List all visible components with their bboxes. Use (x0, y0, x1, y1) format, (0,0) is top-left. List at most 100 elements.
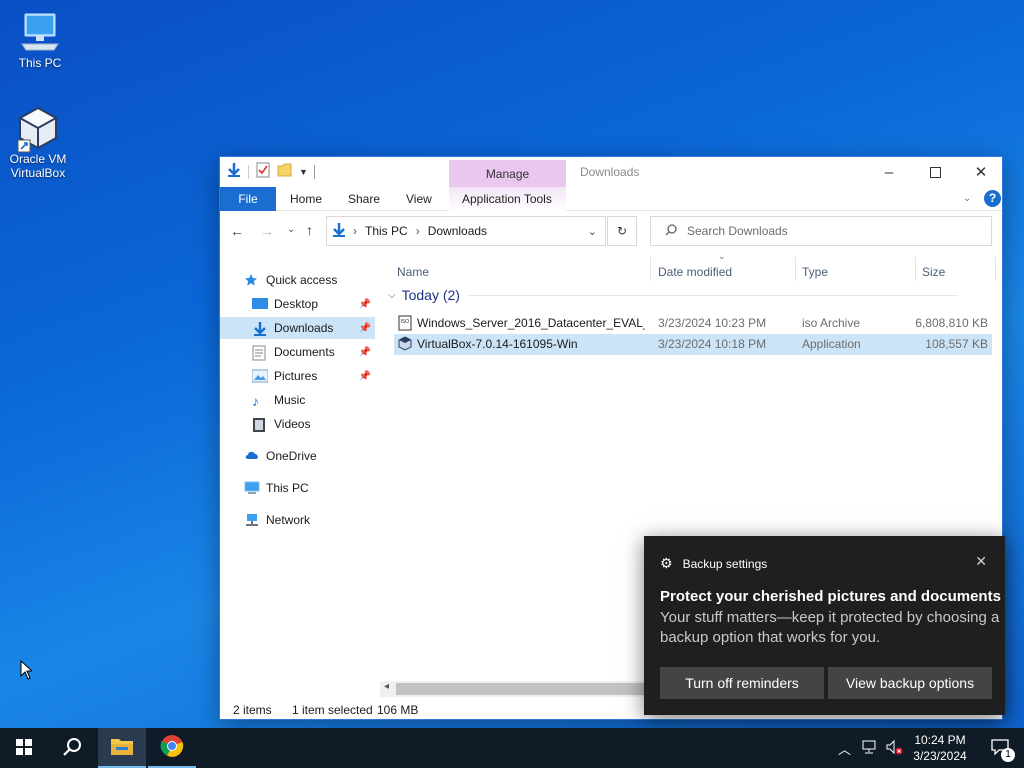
gear-icon: ⚙ (660, 555, 673, 571)
view-backup-options-button[interactable]: View backup options (828, 667, 992, 699)
sidebar-item-desktop[interactable]: Desktop 📌 (220, 293, 375, 315)
quick-access-toolbar: ▼ (226, 162, 315, 181)
tab-application-tools[interactable]: Application Tools (462, 187, 552, 211)
desktop-icon-this-pc[interactable]: This PC (2, 10, 78, 70)
documents-icon (252, 345, 268, 361)
breadcrumb-this-pc[interactable]: This PC (365, 224, 408, 238)
desktop-icon-label: Oracle VM VirtualBox (9, 152, 67, 180)
recent-locations-chevron-icon[interactable]: ⌄ (287, 224, 295, 235)
sidebar-item-network[interactable]: Network (244, 509, 399, 531)
breadcrumb-downloads[interactable]: Downloads (428, 224, 487, 238)
close-icon[interactable]: ✕ (975, 553, 987, 570)
column-divider (650, 257, 651, 281)
desktop-icon-label: This PC (18, 56, 62, 70)
clock-time: 10:24 PM (914, 733, 966, 747)
sidebar-item-downloads[interactable]: Downloads 📌 (220, 317, 375, 339)
refresh-button[interactable]: ↻ (607, 216, 637, 246)
taskbar-file-explorer[interactable] (98, 728, 146, 768)
notification-icon: 1 (991, 738, 1015, 762)
scroll-left-icon[interactable]: ◂ (384, 681, 389, 692)
sidebar-item-label: Downloads (274, 321, 334, 335)
back-button[interactable]: ← (230, 223, 244, 239)
sidebar-item-this-pc[interactable]: This PC (244, 477, 399, 499)
file-type: iso Archive (802, 316, 861, 330)
taskbar-chrome[interactable] (148, 728, 196, 768)
sidebar-item-label: Quick access (266, 273, 338, 287)
help-icon[interactable]: ? (984, 190, 1001, 207)
search-placeholder: Search Downloads (687, 224, 788, 238)
volume-muted-icon[interactable] (885, 739, 903, 758)
sidebar-item-label: This PC (266, 481, 309, 495)
mouse-cursor-icon (20, 659, 34, 683)
tab-manage[interactable]: Manage (449, 160, 566, 187)
star-icon (244, 273, 260, 287)
maximize-button[interactable] (912, 157, 958, 187)
desktop-icon-virtualbox[interactable]: Oracle VM VirtualBox (0, 106, 76, 180)
search-box[interactable]: Search Downloads (650, 216, 992, 246)
divider (313, 164, 315, 179)
tab-view[interactable]: View (406, 187, 432, 211)
column-header-name[interactable]: Name (397, 257, 429, 287)
clock[interactable]: 10:24 PM 3/23/2024 (905, 732, 975, 764)
minimize-button[interactable]: – (866, 157, 912, 187)
scrollbar-thumb[interactable] (396, 683, 644, 695)
customize-toolbar-chevron-icon[interactable]: ▼ (299, 167, 308, 177)
action-center-button[interactable]: 1 (976, 728, 1024, 768)
file-explorer-icon (110, 736, 134, 759)
status-selection: 1 item selected (292, 703, 373, 717)
start-button[interactable] (0, 728, 48, 768)
chrome-icon (160, 734, 184, 761)
forward-button[interactable]: → (260, 223, 274, 239)
search-button[interactable] (48, 728, 96, 768)
tab-home[interactable]: Home (290, 187, 322, 211)
file-row[interactable]: VirtualBox-7.0.14-161095-Win 3/23/2024 1… (394, 334, 992, 355)
sidebar-item-music[interactable]: ♪ Music (220, 389, 375, 411)
column-divider (995, 257, 996, 281)
column-divider (795, 257, 796, 281)
desktop-folder-icon (252, 297, 268, 311)
tab-file[interactable]: File (220, 187, 276, 211)
breadcrumb-separator-icon: › (353, 224, 357, 238)
notification-count-badge: 1 (1001, 747, 1015, 762)
file-name: Windows_Server_2016_Datacenter_EVAL_... (417, 316, 645, 330)
network-icon[interactable] (861, 740, 877, 757)
properties-icon[interactable] (255, 162, 271, 181)
downloads-folder-icon (331, 222, 347, 241)
group-label: Today (2) (401, 287, 460, 303)
sidebar-item-quick-access[interactable]: Quick access (244, 269, 399, 291)
sidebar-item-pictures[interactable]: Pictures 📌 (220, 365, 375, 387)
column-header-date-modified[interactable]: Date modified (658, 257, 732, 287)
clock-date: 3/23/2024 (913, 749, 967, 763)
pin-icon: 📌 (358, 298, 371, 310)
column-header-type[interactable]: Type (802, 257, 828, 287)
show-hidden-icons-chevron-icon[interactable]: ︿ (838, 739, 851, 758)
divider (248, 164, 249, 179)
ribbon-expand-chevron-icon[interactable]: ⌄ (963, 187, 971, 211)
sidebar-item-label: OneDrive (266, 449, 317, 463)
maximize-icon (929, 166, 941, 178)
sidebar-item-label: Desktop (274, 297, 319, 311)
sidebar-item-label: Videos (274, 417, 311, 431)
refresh-icon: ↻ (616, 224, 628, 238)
search-icon (62, 737, 82, 760)
horizontal-scrollbar[interactable]: ◂ (380, 681, 644, 697)
group-header-today[interactable]: ⌵ Today (2) (388, 287, 958, 303)
file-size: 6,808,810 KB (915, 316, 988, 330)
videos-icon (252, 417, 268, 432)
turn-off-reminders-button[interactable]: Turn off reminders (660, 667, 824, 699)
column-header-size[interactable]: Size (922, 257, 945, 287)
address-dropdown-icon[interactable]: ⌄ (588, 225, 597, 238)
new-folder-icon[interactable] (277, 162, 293, 181)
sidebar-item-documents[interactable]: Documents 📌 (220, 341, 375, 363)
sidebar-item-label: Music (274, 393, 306, 407)
address-bar[interactable]: › This PC › Downloads ⌄ (326, 216, 606, 246)
sidebar-item-videos[interactable]: Videos (220, 413, 375, 435)
sidebar-item-onedrive[interactable]: OneDrive (244, 445, 399, 467)
cloud-icon (244, 449, 260, 463)
close-button[interactable]: ✕ (958, 157, 1004, 187)
file-row[interactable]: ISO Windows_Server_2016_Datacenter_EVAL_… (394, 313, 992, 334)
virtualbox-icon (16, 106, 60, 153)
system-tray: ︿ (838, 728, 903, 768)
up-button[interactable]: ↑ (306, 222, 313, 238)
tab-share[interactable]: Share (348, 187, 380, 211)
